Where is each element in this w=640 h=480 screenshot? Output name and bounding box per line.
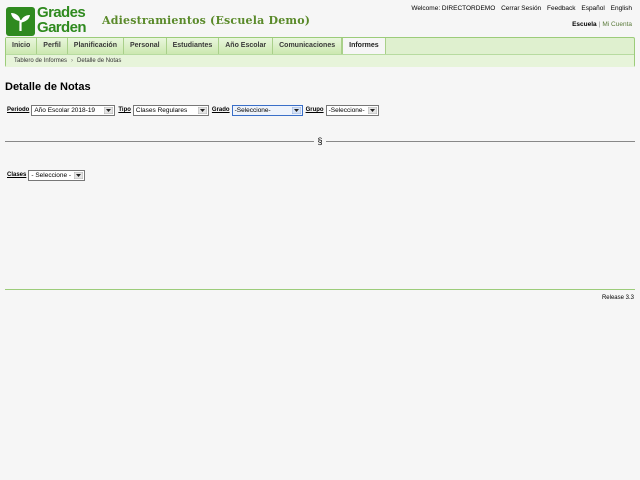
tipo-value: Clases Regulares: [135, 106, 188, 114]
tab-estudiantes[interactable]: Estudiantes: [166, 38, 220, 54]
footer-divider: [5, 289, 635, 290]
chevron-down-icon: [367, 106, 377, 114]
grades-garden-logo[interactable]: Grades Garden: [6, 4, 94, 36]
grupo-label[interactable]: Grupo: [306, 107, 324, 113]
tab-informes[interactable]: Informes: [342, 38, 386, 54]
my-account-link[interactable]: Mi Cuenta: [602, 21, 632, 28]
breadcrumb-reports-dashboard[interactable]: Tablero de Informes: [14, 58, 67, 64]
nav-tabs: Inicio Perfil Planificación Personal Est…: [6, 38, 386, 54]
tab-ano-escolar[interactable]: Año Escolar: [219, 38, 274, 54]
context-separator: |: [598, 21, 601, 28]
breadcrumb: Tablero de Informes › Detalle de Notas: [6, 54, 634, 67]
tab-personal[interactable]: Personal: [123, 38, 167, 54]
filter-bar: Periodo Año Escolar 2018-19 Tipo Clases …: [7, 104, 382, 116]
clases-filter: Clases - Seleccione -: [7, 169, 88, 181]
clases-label[interactable]: Clases: [7, 172, 26, 178]
tab-inicio[interactable]: Inicio: [6, 38, 38, 54]
chevron-down-icon: [197, 106, 207, 114]
grado-value: -Seleccione-: [234, 106, 271, 114]
logout-link[interactable]: Cerrar Sesión: [501, 5, 541, 12]
language-english-link[interactable]: English: [611, 5, 632, 12]
tipo-label[interactable]: Tipo: [118, 107, 131, 113]
app-title: Adiestramientos (Escuela Demo): [102, 14, 311, 27]
page-title: Detalle de Notas: [5, 81, 91, 93]
school-context-tab[interactable]: Escuela: [572, 21, 597, 28]
clases-value: - Seleccione -: [31, 171, 72, 179]
tab-planificacion[interactable]: Planificación: [67, 38, 124, 54]
chevron-down-icon: [74, 171, 84, 179]
chevron-down-icon: [104, 106, 114, 114]
feedback-link[interactable]: Feedback: [547, 5, 576, 12]
grupo-value: -Seleccione-: [328, 106, 365, 114]
release-version: Release 3.3: [601, 295, 634, 301]
clases-select[interactable]: - Seleccione -: [28, 169, 86, 181]
periodo-label[interactable]: Periodo: [7, 107, 29, 113]
tab-comunicaciones[interactable]: Comunicaciones: [273, 38, 343, 54]
breadcrumb-arrow: ›: [71, 58, 74, 64]
sprout-icon: [6, 7, 35, 36]
breadcrumb-current: Detalle de Notas: [77, 58, 122, 64]
grado-label[interactable]: Grado: [212, 107, 230, 113]
logo-wordmark: Grades Garden: [37, 4, 87, 36]
grado-select[interactable]: -Seleccione-: [231, 104, 303, 116]
chevron-down-icon: [291, 106, 301, 114]
periodo-select[interactable]: Año Escolar 2018-19: [31, 104, 116, 116]
context-switcher: Escuela | Mi Cuenta: [572, 21, 632, 28]
language-spanish-link[interactable]: Español: [581, 5, 605, 12]
grupo-select[interactable]: -Seleccione-: [325, 104, 379, 116]
section-symbol: §: [314, 135, 326, 147]
welcome-text: Welcome: DIRECTORDEMO: [411, 5, 496, 12]
header: Grades Garden Adiestramientos (Escuela D…: [0, 0, 640, 38]
tab-perfil[interactable]: Perfil: [37, 38, 68, 54]
top-links: Welcome: DIRECTORDEMO Cerrar Sesión Feed…: [407, 5, 632, 12]
tipo-select[interactable]: Clases Regulares: [132, 104, 209, 116]
periodo-value: Año Escolar 2018-19: [34, 106, 96, 114]
main-navigation: Inicio Perfil Planificación Personal Est…: [5, 37, 635, 67]
